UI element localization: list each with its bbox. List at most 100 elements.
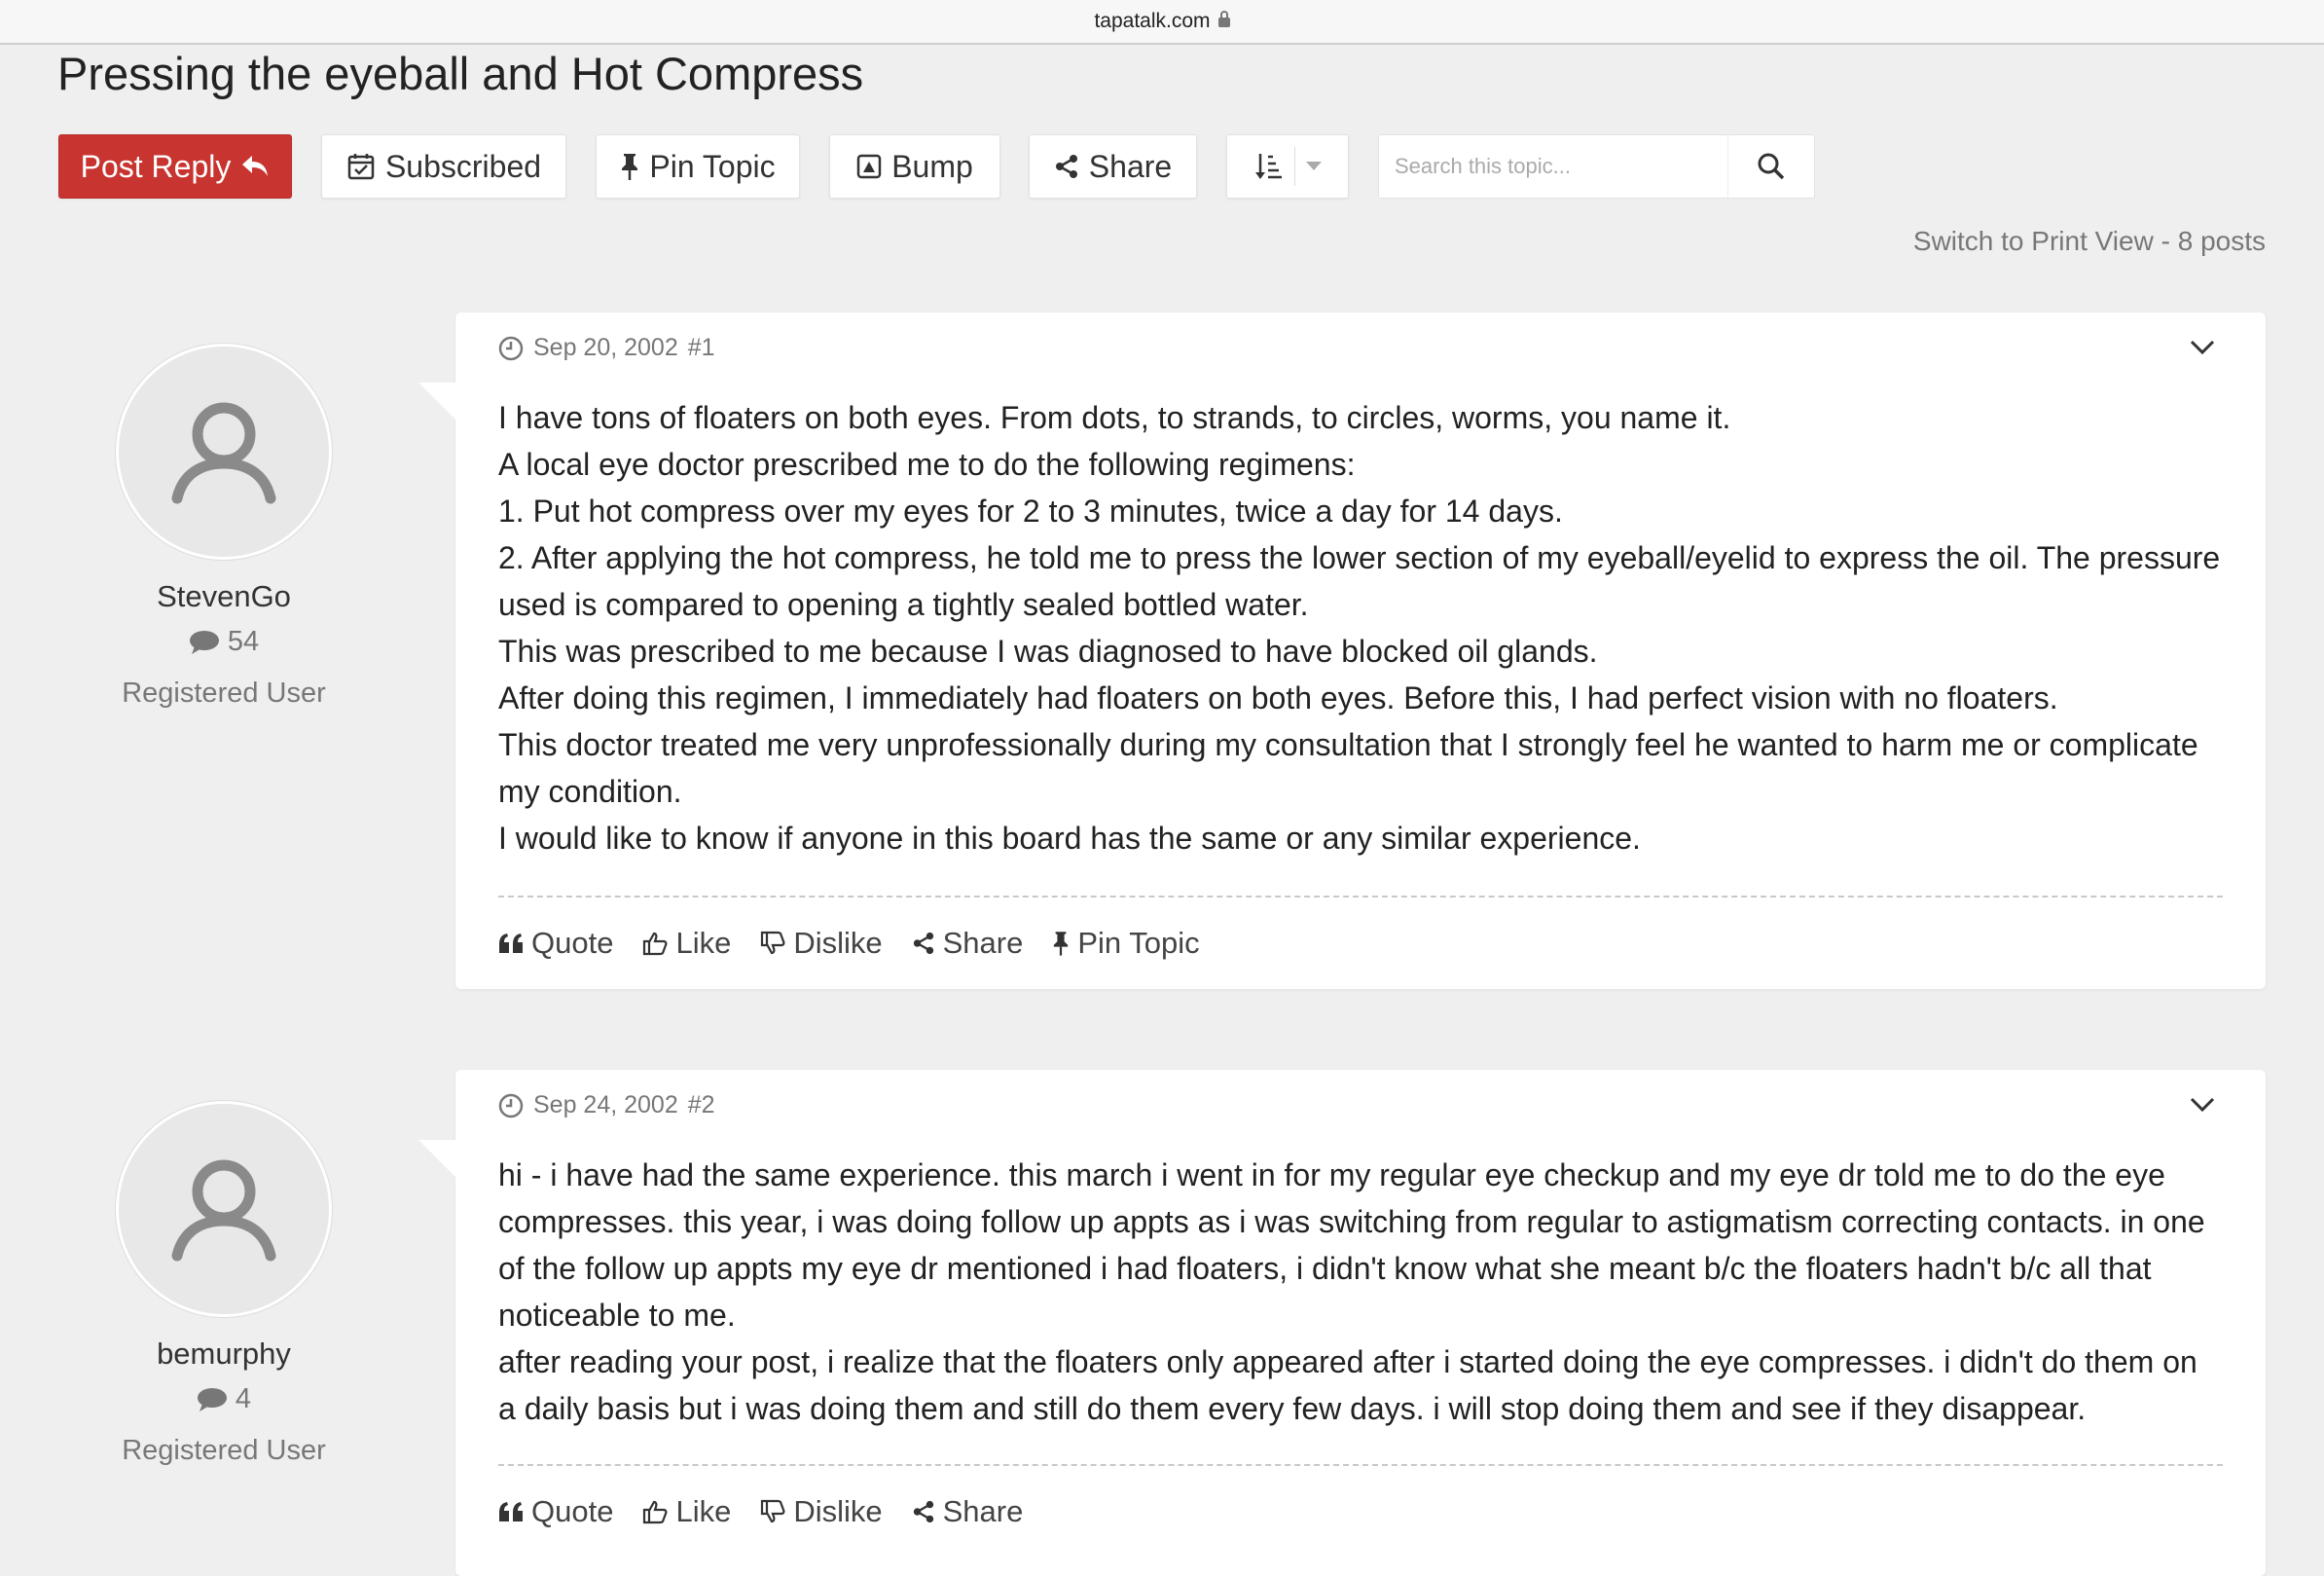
post-actions: Quote Like Dislike Share xyxy=(498,1494,1023,1529)
share-post-button[interactable]: Share xyxy=(912,926,1024,961)
post-meta: Sep 24, 2002 #2 xyxy=(498,1091,715,1119)
post-meta: Sep 20, 2002 #1 xyxy=(498,334,715,362)
pin-topic-label: Pin Topic xyxy=(1077,926,1200,960)
dislike-button[interactable]: Dislike xyxy=(760,1494,883,1529)
url-text: tapatalk.com xyxy=(1094,10,1211,32)
share-icon xyxy=(913,932,933,955)
post-number[interactable]: #1 xyxy=(688,334,715,362)
dislike-label: Dislike xyxy=(793,1494,883,1528)
post-line: After doing this regimen, I immediately … xyxy=(498,680,2058,715)
quote-icon xyxy=(499,934,523,953)
like-label: Like xyxy=(675,1494,732,1528)
quote-label: Quote xyxy=(531,1494,614,1528)
post-line: I would like to know if anyone in this b… xyxy=(498,821,1641,856)
bump-label: Bump xyxy=(891,148,973,184)
pin-topic-post-button[interactable]: Pin Topic xyxy=(1052,926,1200,961)
share-post-button[interactable]: Share xyxy=(912,1494,1024,1529)
chevron-down-icon[interactable] xyxy=(2190,1097,2215,1113)
post-2: Sep 24, 2002 #2 hi - i have had the same… xyxy=(455,1070,2266,1576)
share-icon xyxy=(1055,155,1077,178)
comment-icon xyxy=(189,630,219,654)
thumbs-down-icon xyxy=(761,1499,785,1523)
search-button[interactable] xyxy=(1727,135,1814,198)
thumbs-up-icon xyxy=(643,932,668,956)
avatar[interactable] xyxy=(116,344,332,560)
avatar[interactable] xyxy=(116,1101,332,1317)
quote-button[interactable]: Quote xyxy=(498,926,613,961)
bump-button[interactable]: Bump xyxy=(829,134,1000,199)
post-reply-button[interactable]: Post Reply xyxy=(58,134,292,199)
post-body: I have tons of floaters on both eyes. Fr… xyxy=(498,394,2223,861)
pin-icon xyxy=(622,154,638,180)
subscribed-label: Subscribed xyxy=(384,148,542,184)
author-role: Registered User xyxy=(122,1435,326,1466)
post-line: A local eye doctor prescribed me to do t… xyxy=(498,447,1356,482)
share-label: Share xyxy=(942,1494,1024,1528)
post-date: Sep 24, 2002 xyxy=(533,1091,678,1118)
share-button[interactable]: Share xyxy=(1029,134,1197,199)
like-label: Like xyxy=(675,926,732,960)
author-name[interactable]: StevenGo xyxy=(58,579,389,614)
post-line: hi - i have had the same experience. thi… xyxy=(498,1157,2205,1333)
reply-icon xyxy=(242,156,269,176)
share-label: Share xyxy=(1088,148,1173,184)
quote-button[interactable]: Quote xyxy=(498,1494,613,1529)
comment-icon xyxy=(197,1387,227,1411)
like-button[interactable]: Like xyxy=(642,1494,731,1529)
search-icon xyxy=(1758,153,1785,180)
clock-icon xyxy=(498,1093,524,1118)
user-icon xyxy=(171,402,276,504)
post-author-2: bemurphy 4 Registered User xyxy=(58,1101,389,1467)
post-date: Sep 20, 2002 xyxy=(533,334,678,361)
clock-icon xyxy=(498,336,524,360)
topic-title: Pressing the eyeball and Hot Compress xyxy=(57,48,864,99)
browser-url-bar[interactable]: tapatalk.com xyxy=(0,0,2324,45)
post-body: hi - i have had the same experience. thi… xyxy=(498,1152,2223,1432)
print-view-row: Switch to Print View - 8 posts xyxy=(1913,226,2266,257)
like-button[interactable]: Like xyxy=(642,926,731,961)
author-post-count: 54 xyxy=(227,626,260,657)
quote-icon xyxy=(499,1502,523,1521)
share-label: Share xyxy=(942,926,1024,960)
post-number[interactable]: #2 xyxy=(688,1091,715,1119)
post-divider xyxy=(498,1464,2223,1466)
sort-dropdown-button[interactable] xyxy=(1226,134,1349,199)
lock-icon xyxy=(1217,11,1230,27)
share-icon xyxy=(913,1500,933,1523)
post-line: 1. Put hot compress over my eyes for 2 t… xyxy=(498,494,1563,529)
author-post-count-row: 4 xyxy=(58,1383,389,1415)
sort-icon xyxy=(1254,154,1282,179)
dislike-button[interactable]: Dislike xyxy=(760,926,883,961)
author-post-count-row: 54 xyxy=(58,626,389,658)
subscribed-button[interactable]: Subscribed xyxy=(321,134,566,199)
print-view-link[interactable]: Switch to Print View xyxy=(1913,226,2154,256)
post-line: after reading your post, i realize that … xyxy=(498,1344,2197,1426)
chevron-down-icon[interactable] xyxy=(2190,340,2215,355)
sort-divider xyxy=(1293,147,1295,186)
post-reply-label: Post Reply xyxy=(80,148,232,184)
topic-search xyxy=(1378,134,1815,199)
post-1: Sep 20, 2002 #1 I have tons of floaters … xyxy=(455,312,2266,989)
calendar-check-icon xyxy=(347,154,375,180)
quote-label: Quote xyxy=(531,926,614,960)
pin-topic-label: Pin Topic xyxy=(649,148,776,184)
post-divider xyxy=(498,896,2223,898)
post-actions: Quote Like Dislike Share Pin Topic xyxy=(498,926,1200,961)
post-count: - 8 posts xyxy=(2161,226,2266,256)
user-icon xyxy=(171,1159,276,1262)
author-post-count: 4 xyxy=(235,1383,252,1414)
post-line: This was prescribed to me because I was … xyxy=(498,634,1598,669)
post-line: This doctor treated me very unprofession… xyxy=(498,727,2198,809)
post-line: 2. After applying the hot compress, he t… xyxy=(498,540,2221,622)
caret-down-icon xyxy=(1305,162,1322,170)
author-name[interactable]: bemurphy xyxy=(58,1337,389,1372)
dislike-label: Dislike xyxy=(793,926,883,960)
post-line: I have tons of floaters on both eyes. Fr… xyxy=(498,400,1731,435)
pin-topic-button[interactable]: Pin Topic xyxy=(596,134,800,199)
search-input[interactable] xyxy=(1379,135,1727,198)
pin-icon xyxy=(1054,932,1069,956)
bump-icon xyxy=(856,154,882,179)
author-role: Registered User xyxy=(122,678,326,709)
thumbs-down-icon xyxy=(761,931,785,955)
thumbs-up-icon xyxy=(643,1500,668,1524)
